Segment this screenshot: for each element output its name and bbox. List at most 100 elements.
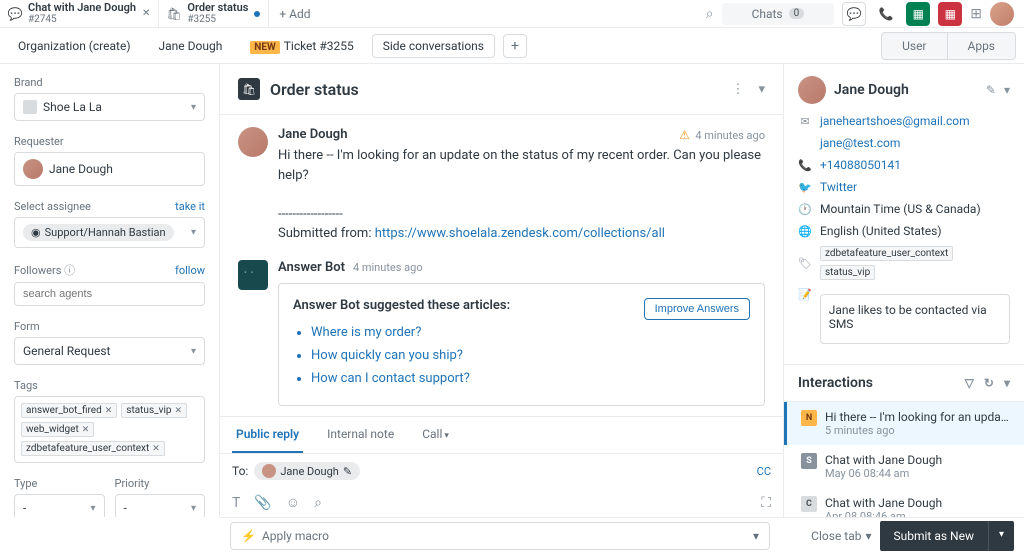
call-tab[interactable]: Call▾ [418, 417, 453, 453]
priority-label: Priority [115, 477, 206, 490]
tag[interactable]: web_widget✕ [21, 422, 94, 437]
user-tab[interactable]: User [881, 32, 947, 60]
tab-subtitle: #3255 [187, 14, 248, 25]
chevron-down-icon: ▾ [191, 102, 196, 113]
conversation-panel: 🛍 Order status ⋮ ▾ Jane Dough ⚠ 4 minute… [220, 64, 784, 517]
interaction-title: Hi there -- I'm looking for an update on… [825, 410, 1010, 424]
refresh-icon[interactable]: ↻ [984, 376, 994, 390]
ticket-breadcrumb[interactable]: NEWTicket #3255 [240, 35, 363, 57]
apps-grid-icon[interactable]: ⊞ [970, 6, 982, 22]
cc-button[interactable]: CC [757, 465, 771, 478]
text-format-icon[interactable]: T [232, 495, 240, 511]
more-actions-icon[interactable]: ⋮ [731, 82, 744, 97]
phone-icon[interactable]: 📞 [874, 2, 898, 26]
submit-button[interactable]: Submit as New [880, 521, 988, 551]
interaction-title: Chat with Jane Dough [825, 496, 942, 510]
interaction-item[interactable]: S Chat with Jane DoughMay 06 08:44 am [784, 445, 1024, 488]
user-note-input[interactable]: Jane likes to be contacted via SMS [820, 294, 1010, 344]
improve-answers-button[interactable]: Improve Answers [644, 298, 750, 320]
type-select[interactable]: -▾ [14, 494, 105, 517]
status-badge: C [801, 496, 817, 512]
expand-icon[interactable]: ⛶ [761, 495, 771, 511]
interaction-time: May 06 08:44 am [825, 467, 942, 480]
email-link[interactable]: jane@test.com [820, 136, 900, 150]
search-icon[interactable]: ⌕ [314, 495, 322, 511]
attachment-icon[interactable]: 📎 [254, 495, 271, 511]
emoji-icon[interactable]: ☺ [286, 494, 300, 511]
tag[interactable]: status_vip✕ [121, 403, 187, 418]
tags-input[interactable]: answer_bot_fired✕ status_vip✕ web_widget… [14, 396, 205, 463]
email-link[interactable]: janeheartshoes@gmail.com [820, 114, 970, 128]
chats-pill[interactable]: Chats 0 [722, 3, 835, 25]
assignee-select[interactable]: ◉Support/Hannah Bastian ▾ [14, 217, 205, 248]
ticket-icon: 🛍 [167, 7, 181, 21]
group-icon: ◉ [31, 226, 41, 239]
internal-note-tab[interactable]: Internal note [323, 417, 398, 453]
twitter-link[interactable]: Twitter [820, 180, 857, 194]
user-context-panel: Jane Dough ✎ ▾ ✉janeheartshoes@gmail.com… [784, 64, 1024, 517]
add-side-conversation-button[interactable]: + [503, 34, 527, 58]
avatar [238, 127, 268, 157]
status-online-icon[interactable]: ▦ [906, 2, 930, 26]
requester-link[interactable]: Jane Dough [149, 35, 233, 57]
profile-tag: status_vip [820, 265, 875, 280]
edit-icon[interactable]: ✎ [986, 83, 996, 97]
info-icon: ⓘ [64, 264, 75, 277]
comment-icon[interactable]: 💬 [842, 2, 866, 26]
brand-icon [23, 100, 37, 114]
workspace-tab-ticket[interactable]: 🛍 Order status #3255 [159, 0, 269, 28]
close-icon[interactable]: ✕ [142, 8, 150, 19]
apps-tab[interactable]: Apps [948, 32, 1017, 60]
submit-dropdown[interactable]: ▾ [988, 521, 1014, 551]
tag[interactable]: zdbetafeature_user_context✕ [21, 441, 165, 456]
form-select[interactable]: General Request ▾ [14, 337, 205, 365]
remove-tag-icon[interactable]: ✕ [175, 406, 183, 416]
public-reply-tab[interactable]: Public reply [232, 417, 303, 453]
search-icon[interactable]: ⌕ [706, 6, 714, 22]
priority-select[interactable]: -▾ [115, 494, 206, 517]
chevron-down-icon: ▾ [90, 503, 95, 514]
side-conversations-button[interactable]: Side conversations [372, 34, 495, 58]
chevron-down-icon: ▾ [444, 431, 449, 441]
avatar [798, 76, 826, 104]
submitted-from-link[interactable]: https://www.shoelala.zendesk.com/collect… [375, 226, 665, 241]
workspace-tab-chat[interactable]: 💬 Chat with Jane Dough #2745 ✕ [0, 0, 159, 28]
collapse-icon[interactable]: ▾ [758, 82, 765, 97]
recipient-pill[interactable]: Jane Dough ✎ [254, 462, 360, 480]
message: Jane Dough ⚠ 4 minutes ago Hi there -- I… [238, 127, 765, 244]
profile-tag: zdbetafeature_user_context [820, 246, 953, 261]
phone-link[interactable]: +14088050141 [820, 158, 901, 172]
phone-icon: 📞 [798, 159, 812, 172]
user-avatar[interactable] [990, 2, 1014, 26]
chevron-down-icon[interactable]: ▾ [1004, 376, 1010, 390]
filter-icon[interactable]: ▽ [965, 376, 974, 390]
email-icon: ✉ [798, 115, 812, 128]
edit-icon[interactable]: ✎ [343, 465, 352, 478]
follow-link[interactable]: follow [175, 264, 205, 277]
requester-select[interactable]: Jane Dough [14, 152, 205, 186]
suggested-article-link[interactable]: How can I contact support? [311, 371, 470, 386]
take-it-link[interactable]: take it [175, 200, 205, 213]
search-agents-input[interactable] [14, 282, 205, 306]
form-label: Form [14, 320, 205, 333]
ticket-fields-panel: Brand Shoe La La ▾ Requester Jane Dough … [0, 64, 220, 517]
interactions-title: Interactions [798, 375, 873, 391]
chevron-down-icon[interactable]: ▾ [1004, 83, 1010, 97]
suggested-article-link[interactable]: Where is my order? [311, 325, 421, 340]
add-tab-button[interactable]: + Add [269, 7, 320, 21]
suggested-article-link[interactable]: How quickly can you ship? [311, 348, 463, 363]
message-time: 4 minutes ago [353, 261, 423, 274]
brand-select[interactable]: Shoe La La ▾ [14, 93, 205, 121]
remove-tag-icon[interactable]: ✕ [152, 444, 160, 454]
remove-tag-icon[interactable]: ✕ [82, 425, 90, 435]
interaction-item[interactable]: C Chat with Jane DoughApr 08 08:46 am [784, 488, 1024, 517]
remove-tag-icon[interactable]: ✕ [105, 406, 113, 416]
interaction-item[interactable]: N Hi there -- I'm looking for an update … [784, 402, 1024, 445]
close-tab-button[interactable]: Close tab ▾ [811, 529, 871, 543]
apply-macro-button[interactable]: ⚡ Apply macro ▾ [230, 522, 770, 550]
org-link[interactable]: Organization (create) [8, 35, 141, 57]
language-value: English (United States) [820, 224, 942, 238]
status-away-icon[interactable]: ▦ [938, 2, 962, 26]
user-profile: Jane Dough ✎ ▾ ✉janeheartshoes@gmail.com… [784, 64, 1024, 365]
tag[interactable]: answer_bot_fired✕ [21, 403, 117, 418]
